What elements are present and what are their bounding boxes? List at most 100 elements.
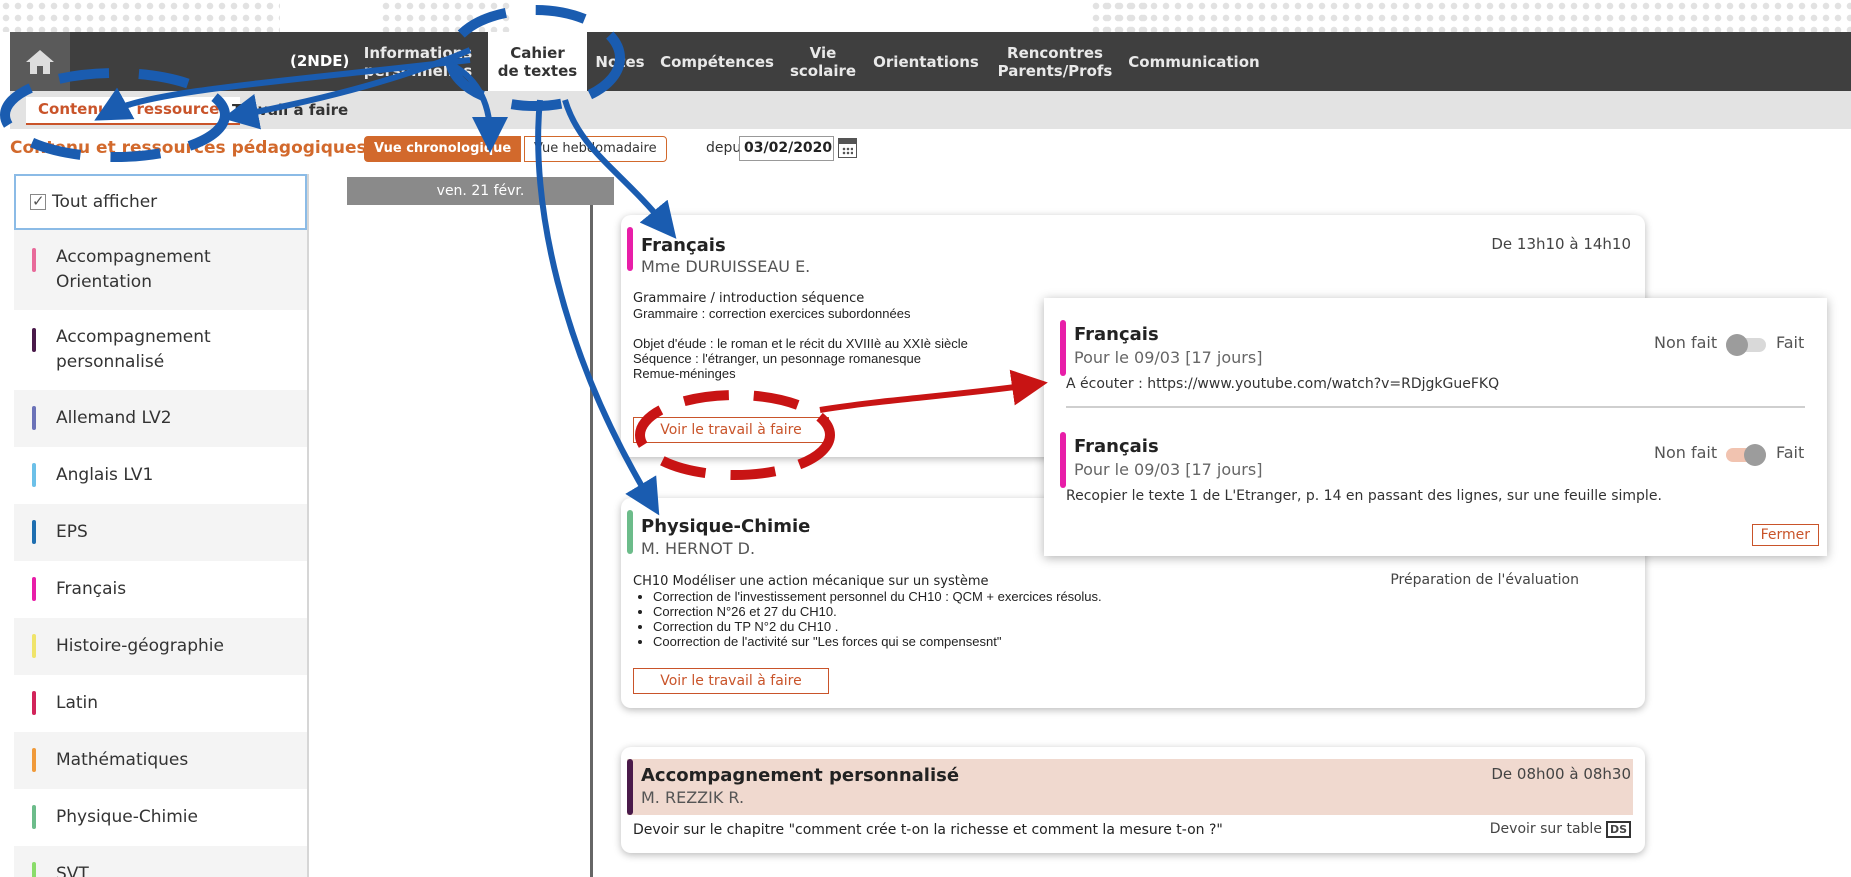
- nav-tab-competences[interactable]: Compétences: [654, 32, 780, 91]
- class-label: (2NDE): [290, 52, 350, 70]
- lesson-content-line: Grammaire / introduction séquence: [633, 291, 865, 306]
- homework-subject: Français: [1074, 324, 1159, 345]
- subject-color-bar: [32, 862, 36, 877]
- background-pattern: [1100, 0, 1851, 32]
- subject-label: Accompagnement personnalisé: [56, 327, 211, 372]
- section-title: Contenu et ressources pédagogiques: [10, 138, 367, 158]
- subject-color-bar: [32, 691, 36, 715]
- subject-color-stripe: [627, 227, 633, 271]
- day-header: ven. 21 févr.: [347, 177, 614, 205]
- homework-text: Recopier le texte 1 de L'Etranger, p. 14…: [1066, 488, 1662, 504]
- subject-label: Physique-Chimie: [56, 807, 198, 827]
- lesson-teacher: M. HERNOT D.: [641, 539, 756, 558]
- lesson-title: Physique-Chimie: [641, 516, 811, 537]
- lesson-time: De 08h00 à 08h30: [1491, 765, 1631, 783]
- homework-popup: Français Pour le 09/03 [17 jours] Non fa…: [1044, 298, 1827, 556]
- nav-tab-notes[interactable]: Notes: [590, 32, 650, 91]
- subject-color-stripe: [1060, 320, 1066, 376]
- view-homework-button[interactable]: Voir le travail à faire: [633, 417, 829, 443]
- nav-tab-label: personnelles: [363, 61, 473, 80]
- subject-label: SVT: [56, 864, 89, 877]
- nav-tab-label: de textes: [497, 61, 578, 80]
- done-label: Fait: [1776, 333, 1805, 352]
- subject-filter-item[interactable]: Allemand LV2: [14, 390, 307, 447]
- homework-text: A écouter : https://www.youtube.com/watc…: [1066, 376, 1500, 392]
- subject-label: Anglais LV1: [56, 465, 154, 485]
- subject-filter-item[interactable]: Histoire-géographie: [14, 618, 307, 675]
- subject-label: Latin: [56, 693, 99, 713]
- subject-filter-item[interactable]: Latin: [14, 675, 307, 732]
- done-toggle[interactable]: [1726, 444, 1766, 466]
- subject-filter-item[interactable]: SVT: [14, 846, 307, 877]
- lesson-content-line: Devoir sur le chapitre "comment crée t-o…: [633, 822, 1223, 838]
- nav-tab-label: Compétences: [660, 52, 774, 71]
- show-all-checkbox[interactable]: Tout afficher: [14, 174, 307, 230]
- checkbox-icon[interactable]: [30, 192, 46, 210]
- subject-color-stripe: [627, 759, 633, 815]
- list-item: Correction de l'investissement personnel…: [653, 589, 1102, 604]
- lesson-title: Accompagnement personnalisé: [641, 765, 960, 786]
- subject-color-bar: [32, 805, 36, 829]
- lesson-type-label: Devoir sur table: [1489, 821, 1602, 837]
- nav-tab-label: Vie: [809, 43, 837, 62]
- nav-tab-orientations[interactable]: Orientations: [866, 32, 986, 91]
- subject-label: Histoire-géographie: [56, 636, 224, 656]
- subject-color-stripe: [627, 510, 633, 554]
- not-done-label: Non fait: [1654, 443, 1718, 462]
- subject-color-bar: [32, 406, 36, 430]
- subject-color-bar: [32, 463, 36, 487]
- subtab-contenu[interactable]: Contenu et ressources: [26, 97, 241, 125]
- nav-tab-vie-scolaire[interactable]: Vie scolaire: [784, 32, 862, 91]
- lesson-title: Français: [641, 235, 726, 256]
- subject-label: Mathématiques: [56, 750, 189, 770]
- app-window: (2NDE) Informations personnelles Cahier de…: [0, 0, 1851, 877]
- done-label: Fait: [1776, 443, 1805, 462]
- subject-color-bar: [32, 634, 36, 658]
- subject-color-bar: [32, 328, 36, 352]
- lesson-content-line: Remue-méninges: [633, 366, 736, 381]
- subject-filter-item[interactable]: Physique-Chimie: [14, 789, 307, 846]
- lesson-content-line: Objet d'éude : le roman et le récit du X…: [633, 336, 968, 351]
- subject-label: EPS: [56, 522, 88, 542]
- subject-filter-item[interactable]: Mathématiques: [14, 732, 307, 789]
- subject-color-bar: [32, 748, 36, 772]
- home-icon: [26, 49, 54, 74]
- home-button[interactable]: [10, 32, 70, 91]
- subject-color-bar: [32, 248, 36, 272]
- lesson-teacher: Mme DURUISSEAU E.: [641, 257, 811, 276]
- background-pattern: [380, 0, 510, 32]
- nav-tab-rencontres[interactable]: Rencontres Parents/Profs: [990, 32, 1120, 91]
- calendar-icon[interactable]: [838, 138, 857, 158]
- sub-tab-bar: Contenu et ressources Travail à faire: [10, 91, 1851, 129]
- timeline-line: [590, 205, 593, 877]
- lesson-teacher: M. REZZIK R.: [641, 788, 745, 807]
- nav-tab-cahier-de-textes[interactable]: Cahier de textes: [488, 32, 587, 91]
- nav-tab-informations[interactable]: Informations personnelles: [358, 32, 478, 91]
- divider: [1066, 406, 1805, 408]
- nav-tab-label: Cahier: [510, 43, 565, 62]
- subject-label: Allemand LV2: [56, 408, 172, 428]
- view-weekly-button[interactable]: Vue hebdomadaire: [524, 136, 667, 162]
- lesson-time: De 13h10 à 14h10: [1491, 235, 1631, 253]
- subject-filter-item[interactable]: Anglais LV1: [14, 447, 307, 504]
- subject-filter-item[interactable]: EPS: [14, 504, 307, 561]
- toggle-knob: [1744, 444, 1766, 466]
- nav-tab-communication[interactable]: Communication: [1124, 32, 1264, 91]
- lesson-content-line: Grammaire : correction exercices subordo…: [633, 306, 911, 321]
- nav-tab-label: Informations: [363, 43, 473, 62]
- subject-filter-item[interactable]: Français: [14, 561, 307, 618]
- view-chronological-button[interactable]: Vue chronologique: [364, 136, 522, 162]
- subtab-travail[interactable]: Travail à faire: [232, 101, 348, 119]
- since-date-field[interactable]: 03/02/2020: [739, 136, 834, 161]
- nav-tab-label: Orientations: [873, 52, 979, 71]
- nav-tab-label: Notes: [595, 52, 645, 71]
- subject-filter-item[interactable]: Accompagnement personnalisé: [14, 310, 307, 390]
- subject-filter-item[interactable]: Accompagnement Orientation: [14, 230, 307, 310]
- lesson-content: Grammaire / introduction séquence Gramma…: [633, 291, 968, 381]
- view-homework-button[interactable]: Voir le travail à faire: [633, 668, 829, 694]
- lesson-type: Préparation de l'évaluation: [1390, 572, 1579, 588]
- close-button[interactable]: Fermer: [1751, 524, 1819, 546]
- ds-badge: DS: [1605, 821, 1631, 838]
- done-toggle[interactable]: [1726, 334, 1766, 356]
- lesson-bullet-list: Correction de l'investissement personnel…: [633, 589, 1102, 649]
